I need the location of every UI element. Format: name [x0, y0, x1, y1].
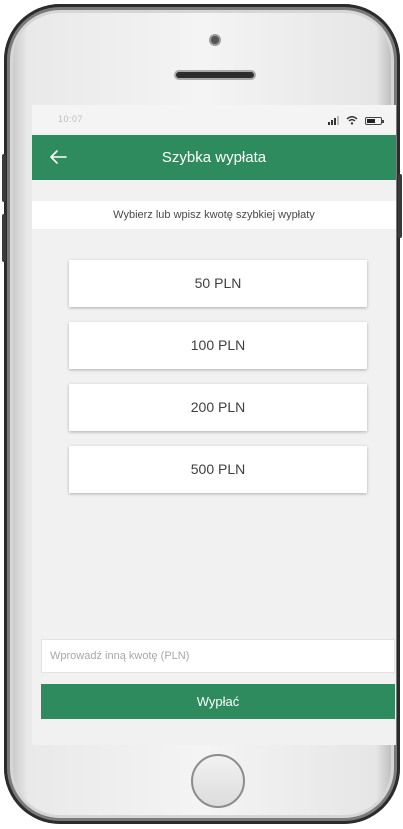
amount-options: 50 PLN 100 PLN 200 PLN 500 PLN — [69, 260, 367, 508]
withdraw-button[interactable]: Wypłać — [41, 684, 395, 719]
custom-amount-input[interactable] — [41, 639, 395, 673]
volume-button — [2, 154, 6, 202]
amount-option-200[interactable]: 200 PLN — [69, 384, 367, 431]
earpiece-speaker — [176, 72, 254, 78]
status-bar: 10:07 — [32, 105, 396, 133]
page-title: Szybka wypłata — [161, 149, 267, 166]
amount-option-500[interactable]: 500 PLN — [69, 446, 367, 493]
home-button[interactable] — [191, 754, 245, 808]
wifi-icon — [346, 116, 358, 125]
amount-option-50[interactable]: 50 PLN — [69, 260, 367, 307]
amount-option-100[interactable]: 100 PLN — [69, 322, 367, 369]
instruction-text: Wybierz lub wpisz kwotę szybkiej wypłaty — [32, 201, 396, 229]
signal-icon — [328, 115, 339, 125]
battery-icon — [365, 117, 384, 125]
phone-screen: 10:07 Szybka wypłata Wybierz lub wpisz k… — [32, 105, 396, 745]
app-header: Szybka wypłata — [32, 135, 396, 180]
phone-frame: 10:07 Szybka wypłata Wybierz lub wpisz k… — [2, 4, 402, 824]
status-icons — [328, 113, 384, 125]
volume-button — [2, 214, 6, 262]
status-time: 10:07 — [58, 114, 84, 124]
front-camera — [211, 36, 219, 44]
stage: 10:07 Szybka wypłata Wybierz lub wpisz k… — [0, 0, 403, 829]
arrow-left-icon[interactable] — [46, 145, 70, 169]
power-button — [398, 174, 402, 238]
